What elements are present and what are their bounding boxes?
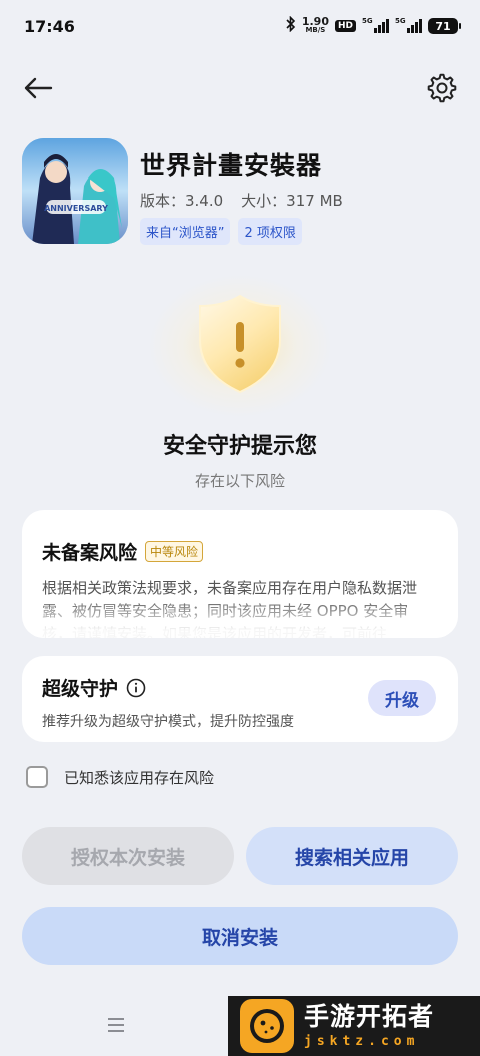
network-speed: 1.90 MB/S bbox=[301, 15, 329, 34]
top-bar bbox=[0, 66, 480, 110]
status-bar: 17:46 1.90 MB/S HD 5G 5G 71 bbox=[0, 0, 480, 52]
app-size: 大小：317 MB bbox=[241, 192, 343, 210]
super-protect-title: 超级守护 bbox=[42, 678, 119, 700]
app-version: 版本：3.4.0 bbox=[140, 192, 224, 210]
hd-badge-icon: HD bbox=[334, 20, 356, 32]
status-time: 17:46 bbox=[24, 16, 75, 36]
app-info: ANNIVERSARY 世界計畫安裝器 版本：3.4.0 大小：317 MB 来… bbox=[22, 138, 462, 248]
svg-text:ANNIVERSARY: ANNIVERSARY bbox=[44, 204, 108, 213]
battery-icon: 71 bbox=[428, 18, 461, 34]
app-icon: ANNIVERSARY bbox=[22, 138, 128, 244]
app-meta: 版本：3.4.0 大小：317 MB bbox=[140, 190, 343, 211]
super-protect-card: 超级守护 推荐升级为超级守护模式，提升防控强度 升级 bbox=[22, 656, 458, 742]
acknowledge-risk-row[interactable]: 已知悉该应用存在风险 bbox=[26, 766, 214, 788]
settings-button[interactable] bbox=[424, 70, 460, 106]
info-icon[interactable] bbox=[126, 678, 146, 698]
menu-icon[interactable] bbox=[106, 1016, 126, 1034]
source-tag[interactable]: 来自“浏览器” bbox=[140, 218, 231, 245]
app-name: 世界計畫安裝器 bbox=[140, 151, 323, 180]
shield-graphic bbox=[0, 270, 480, 420]
signal-icon-sim2: 5G bbox=[395, 17, 422, 33]
authorize-install-button[interactable]: 授权本次安装 bbox=[22, 827, 234, 885]
status-icons: 1.90 MB/S HD 5G 5G 71 bbox=[286, 15, 461, 36]
risk-level-badge: 中等风险 bbox=[145, 541, 204, 562]
warning-subtitle: 存在以下风险 bbox=[194, 472, 285, 490]
site-watermark: 手游开拓者 jsktz.com bbox=[228, 996, 480, 1056]
warning-shield-icon bbox=[199, 294, 281, 394]
warning-title: 安全守护提示您 bbox=[162, 434, 317, 459]
watermark-url: jsktz.com bbox=[304, 1034, 420, 1049]
permission-tag[interactable]: 2 项权限 bbox=[238, 218, 302, 245]
risk-card[interactable]: 未备案风险 中等风险 根据相关政策法规要求，未备案应用存在用户隐私数据泄露、被仿… bbox=[22, 510, 458, 638]
upgrade-button[interactable]: 升级 bbox=[368, 680, 436, 716]
cancel-install-button[interactable]: 取消安装 bbox=[22, 907, 458, 965]
watermark-logo-icon bbox=[240, 999, 294, 1053]
gear-icon bbox=[427, 73, 457, 103]
signal-icon-sim1: 5G bbox=[362, 17, 389, 33]
watermark-name: 手游开拓者 bbox=[304, 1002, 435, 1031]
acknowledge-label: 已知悉该应用存在风险 bbox=[64, 768, 215, 787]
app-tags: 来自“浏览器” 2 项权限 bbox=[140, 218, 302, 245]
search-related-apps-button[interactable]: 搜索相关应用 bbox=[246, 827, 458, 885]
back-button[interactable] bbox=[20, 70, 56, 106]
acknowledge-checkbox[interactable] bbox=[26, 766, 48, 788]
risk-title: 未备案风险 bbox=[42, 542, 138, 564]
bluetooth-icon bbox=[286, 15, 296, 36]
risk-header: 未备案风险 中等风险 bbox=[42, 538, 438, 565]
back-arrow-icon bbox=[24, 77, 53, 99]
